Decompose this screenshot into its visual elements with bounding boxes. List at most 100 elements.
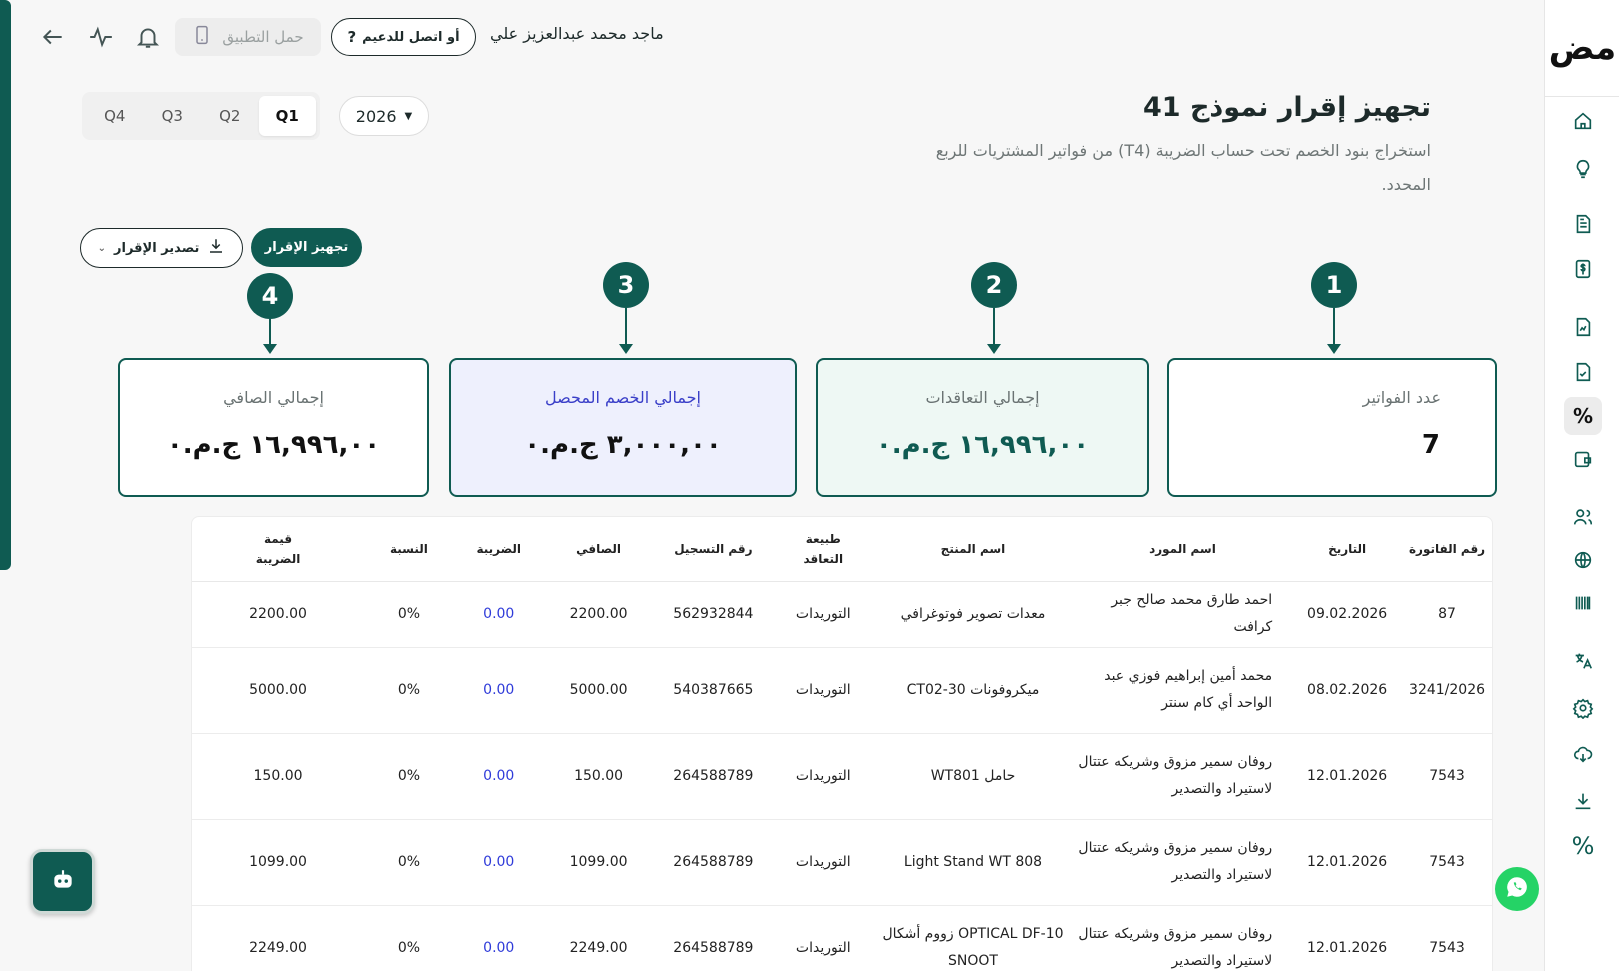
cell: حامل WT801 <box>873 733 1073 820</box>
cell: 3241/2026 <box>1402 647 1492 734</box>
cell: ميكروفونات CT02-30 <box>873 647 1073 734</box>
cell: 0% <box>364 647 454 734</box>
cell: 08.02.2026 <box>1292 647 1403 734</box>
cell: 0.00 <box>453 581 544 648</box>
barcode-icon[interactable] <box>1564 584 1602 622</box>
dollar-icon[interactable] <box>1564 250 1602 288</box>
download-icon[interactable] <box>1564 782 1602 820</box>
card-label: إجمالي التعاقدات <box>925 388 1040 407</box>
file-icon[interactable] <box>1564 353 1602 391</box>
cell: 0.00 <box>453 733 544 820</box>
card-total-contracts: إجمالي التعاقدات ١٦,٩٩٦,٠٠ ج.م.٠ <box>816 358 1149 497</box>
translate-icon[interactable] <box>1564 642 1602 680</box>
cell: OPTICAL DF-10 زووم أشكال SNOOT <box>873 905 1073 971</box>
table-row[interactable]: 7543 12.01.2026 روفان سمير مزوق وشريكه ع… <box>192 905 1492 971</box>
cell: 2249.00 <box>192 905 365 971</box>
col-product: اسم المنتج <box>873 517 1073 582</box>
cell: 2249.00 <box>543 905 654 971</box>
cell: التوريدات <box>773 647 874 734</box>
document-icon[interactable] <box>1564 205 1602 243</box>
tab-q1[interactable]: Q1 <box>258 96 316 136</box>
cell: معدات تصوير فوتوغرافي <box>873 581 1073 648</box>
cloud-icon[interactable] <box>1564 735 1602 773</box>
percent-icon[interactable]: % <box>1564 827 1602 865</box>
divider <box>1545 96 1619 97</box>
table-row[interactable]: 7543 12.01.2026 روفان سمير مزوق وشريكه ع… <box>192 733 1492 820</box>
app-logo[interactable]: مض <box>1545 28 1619 68</box>
export-return-button[interactable]: تصدير الإقرار ⌄ <box>80 228 243 268</box>
cell: 7543 <box>1402 905 1492 971</box>
card-label: إجمالي الصافي <box>223 388 324 407</box>
card-label: إجمالي الخصم المحصل <box>545 388 701 407</box>
cell: 264588789 <box>653 905 774 971</box>
cell: 12.01.2026 <box>1292 733 1403 820</box>
table-row[interactable]: 87 09.02.2026 احمد طارق محمد صالح جبر كر… <box>192 581 1492 648</box>
step-marker-1: 1 <box>1311 262 1357 308</box>
col-net: الصافي <box>543 517 654 582</box>
wallet-icon[interactable] <box>1564 440 1602 478</box>
year-select[interactable]: 2026 ▼ <box>339 96 429 136</box>
tab-q4[interactable]: Q4 <box>86 96 144 136</box>
card-label: عدد الفواتير <box>1362 388 1441 407</box>
step-arrow-4 <box>263 319 277 354</box>
step-marker-2: 2 <box>971 262 1017 308</box>
lightbulb-icon[interactable] <box>1564 150 1602 188</box>
cell: التوريدات <box>773 819 874 906</box>
settings-icon[interactable] <box>1564 689 1602 727</box>
cell: 87 <box>1402 581 1492 648</box>
globe-icon[interactable] <box>1564 541 1602 579</box>
percent-icon[interactable]: % <box>1564 397 1602 435</box>
card-value: 7 <box>1421 430 1441 460</box>
page-subtitle: استخراج بنود الخصم تحت حساب الضريبة (T4)… <box>935 141 1431 194</box>
cell: روفان سمير مزوق وشريكه عتتال لاستيراد وا… <box>1072 905 1293 971</box>
cell: 2200.00 <box>543 581 654 648</box>
cell: 0% <box>364 905 454 971</box>
card-total-deduction: إجمالي الخصم المحصل ٣,٠٠٠,٠٠ ج.م.٠ <box>449 358 797 497</box>
question-icon: ? <box>347 28 357 46</box>
cell: التوريدات <box>773 733 874 820</box>
table-header-row: رقم الفاتورة التاريخ اسم المورد اسم المن… <box>192 517 1492 582</box>
tab-q2[interactable]: Q2 <box>201 96 259 136</box>
card-total-net: إجمالي الصافي ١٦,٩٩٦,٠٠ ج.م.٠ <box>118 358 429 497</box>
table-row[interactable]: 7543 12.01.2026 روفان سمير مزوق وشريكه ع… <box>192 819 1492 906</box>
tab-q3[interactable]: Q3 <box>144 96 202 136</box>
cell: 12.01.2026 <box>1292 819 1403 906</box>
download-app-button[interactable]: حمل التطبيق <box>175 18 321 56</box>
col-supplier: اسم المورد <box>1072 517 1293 582</box>
page-title: تجهيز إقرار نموذج 41 <box>1142 92 1431 123</box>
bell-icon[interactable] <box>133 22 163 52</box>
cell: 5000.00 <box>543 647 654 734</box>
home-icon[interactable] <box>1564 102 1602 140</box>
cell: التوريدات <box>773 581 874 648</box>
contact-support-button[interactable]: أو اتصل للدعيم ? <box>331 18 476 56</box>
cell: 12.01.2026 <box>1292 905 1403 971</box>
table-row[interactable]: 3241/2026 08.02.2026 محمد أمين إبراهيم ف… <box>192 647 1492 734</box>
chevron-down-icon: ▼ <box>404 110 413 122</box>
col-tax: الضريبة <box>453 517 544 582</box>
chatbot-button[interactable] <box>30 849 95 914</box>
robot-icon <box>50 867 76 897</box>
step-marker-3: 3 <box>603 262 649 308</box>
back-arrow-icon[interactable] <box>38 22 68 52</box>
cell: 0% <box>364 819 454 906</box>
cell: 1099.00 <box>543 819 654 906</box>
download-icon <box>207 237 225 259</box>
cell: روفان سمير مزوق وشريكه عتتال لاستيراد وا… <box>1072 819 1293 906</box>
step-arrow-1 <box>1327 308 1341 354</box>
activity-icon[interactable] <box>86 22 116 52</box>
cell: 264588789 <box>653 733 774 820</box>
whatsapp-icon <box>1504 874 1530 904</box>
whatsapp-button[interactable] <box>1495 867 1539 911</box>
cell: 540387665 <box>653 647 774 734</box>
cell: التوريدات <box>773 905 874 971</box>
col-rate: النسبة <box>364 517 454 582</box>
support-button-label: أو اتصل للدعيم <box>362 29 460 45</box>
cell: محمد أمين إبراهيم فوزي عبد الواحد أي كام… <box>1072 647 1293 734</box>
year-value: 2026 <box>355 106 397 126</box>
cell: احمد طارق محمد صالح جبر كرافت <box>1072 581 1293 648</box>
cell: 09.02.2026 <box>1292 581 1403 648</box>
prepare-return-button[interactable]: تجهيز الإقرار <box>251 228 362 267</box>
col-invoice-number: رقم الفاتورة <box>1402 517 1492 582</box>
users-icon[interactable] <box>1564 498 1602 536</box>
invoice-icon[interactable] <box>1564 308 1602 346</box>
